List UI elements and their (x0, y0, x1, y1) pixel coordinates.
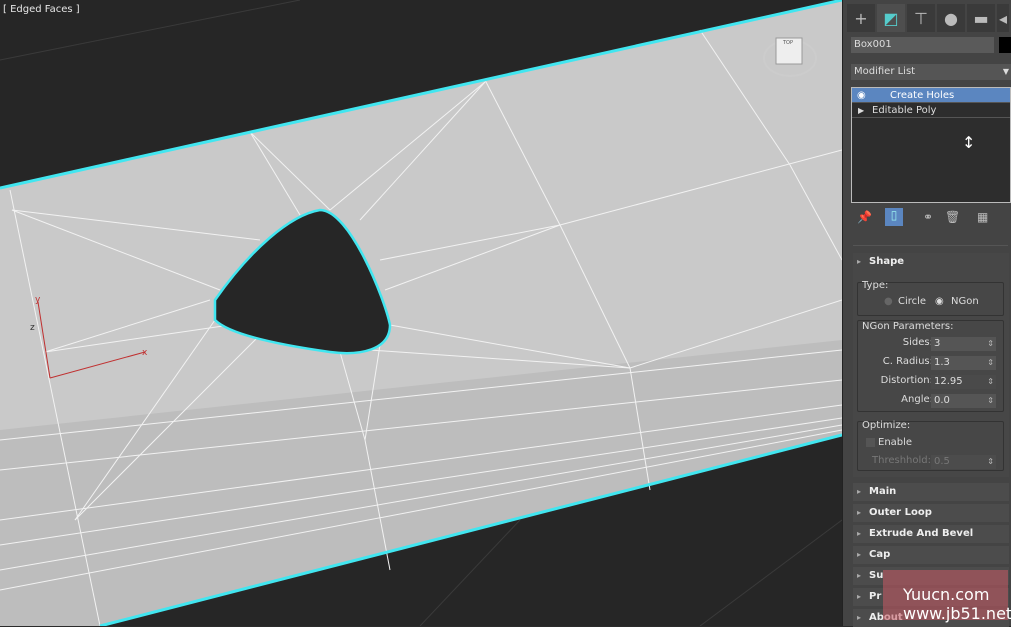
rollout-main[interactable]: Main (853, 483, 1009, 501)
stack-item-editable-poly[interactable]: ▶ Editable Poly (852, 103, 1010, 118)
threshold-label: Threshhold: (872, 455, 931, 466)
enable-checkbox[interactable] (866, 438, 875, 447)
modifier-list-label: Modifier List (854, 66, 916, 77)
axis-z-label: z (30, 323, 35, 333)
object-color-swatch[interactable] (999, 37, 1011, 53)
eye-icon[interactable]: ◉ (857, 88, 866, 103)
rollout-extrude-and-bevel[interactable]: Extrude And Bevel (853, 525, 1009, 543)
sides-label: Sides: (902, 337, 933, 348)
ngon-params-group: NGon Parameters: Sides: 3 C. Radius: 1.3… (857, 320, 1004, 412)
c-radius-label: C. Radius: (882, 356, 933, 367)
command-panel: + ◩ ⊤ ● ▬ ◂ Box001 Modifier List ▼ ◉ Creat… (842, 0, 1011, 627)
resize-cursor-icon: ↕ (962, 133, 976, 152)
rollout-outer-loop[interactable]: Outer Loop (853, 504, 1009, 522)
hierarchy-tab[interactable]: ⊤ (907, 4, 935, 32)
chevron-down-icon: ▼ (1002, 67, 1009, 76)
circle-label: Circle (898, 296, 927, 307)
ngon-params-label: NGon Parameters: (862, 321, 954, 332)
trash-icon[interactable]: 🗑 (945, 210, 960, 224)
optimize-label: Optimize: (862, 420, 911, 431)
optimize-group: Optimize: Enable Threshhold: 0.5 (857, 420, 1004, 471)
configure-icon[interactable]: ▦ (977, 210, 988, 224)
axis-x-label: x (142, 348, 148, 358)
ngon-label: NGon (951, 296, 979, 307)
svg-text:TOP: TOP (782, 40, 793, 46)
divider (853, 245, 1008, 246)
object-name-field[interactable]: Box001 (851, 37, 994, 53)
threshold-spinner[interactable]: 0.5 (931, 455, 996, 469)
mesh-view: x y z TOP (0, 0, 842, 626)
watermark: Yuucn.com www.jb51.net (883, 570, 1011, 623)
show-end-result-icon[interactable]: ▯ (885, 208, 903, 226)
rollout-cap[interactable]: Cap (853, 546, 1009, 564)
angle-spinner[interactable]: 0.0 (931, 394, 996, 408)
distortion-spinner[interactable]: 12.95 (931, 375, 996, 389)
viewport-label[interactable]: [ Edged Faces ] (3, 4, 80, 15)
stack-item-create-holes[interactable]: ◉ Create Holes (852, 88, 1010, 103)
circle-radio[interactable]: ● (884, 296, 893, 307)
make-unique-icon[interactable]: ⚭ (923, 210, 933, 224)
create-tab[interactable]: + (847, 4, 875, 32)
angle-label: Angle: (901, 394, 933, 405)
type-group: Type: ● Circle ◉ NGon (857, 280, 1004, 316)
ngon-radio[interactable]: ◉ (935, 296, 944, 307)
sides-spinner[interactable]: 3 (931, 337, 996, 351)
modify-tab[interactable]: ◩ (877, 4, 905, 32)
axis-y-label: y (35, 295, 41, 305)
modifier-stack[interactable]: ◉ Create Holes ▶ Editable Poly ↕ (851, 87, 1011, 203)
display-tab[interactable]: ▬ (967, 4, 995, 32)
scroll-left-tab[interactable]: ◂ (997, 4, 1009, 32)
expand-icon[interactable]: ▶ (858, 103, 864, 118)
viewport[interactable]: x y z TOP [ Edged Faces ] (0, 0, 842, 626)
modifier-list-dropdown[interactable]: Modifier List ▼ (851, 64, 1011, 80)
motion-tab[interactable]: ● (937, 4, 965, 32)
type-label: Type: (862, 280, 889, 291)
rollout-shape-title[interactable]: Shape (869, 256, 904, 267)
c-radius-spinner[interactable]: 1.3 (931, 356, 996, 370)
distortion-label: Distortion: (880, 375, 933, 386)
pin-icon[interactable]: 📌 (857, 210, 872, 224)
enable-label: Enable (878, 437, 913, 448)
